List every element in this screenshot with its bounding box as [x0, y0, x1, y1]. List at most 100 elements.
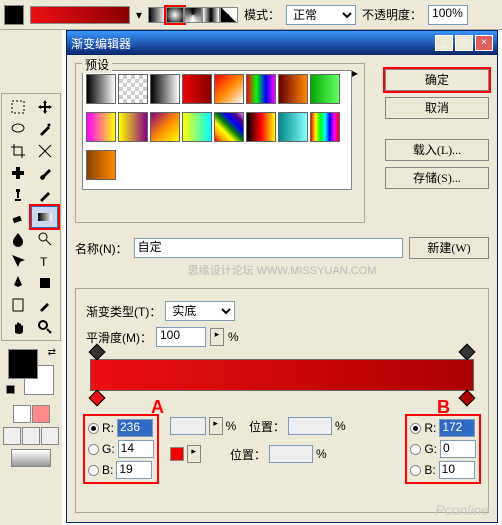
default-colors-icon[interactable] — [6, 385, 18, 397]
preset-swatch[interactable] — [246, 112, 276, 142]
diamond-gradient-btn[interactable] — [220, 7, 238, 23]
smoothness-slider-btn[interactable]: ▸ — [210, 328, 224, 346]
window-minimize-btn[interactable]: _ — [435, 35, 453, 51]
color-stop-b[interactable] — [459, 390, 476, 407]
preset-swatch[interactable] — [118, 112, 148, 142]
color-a-rgb: R:236 G:14 B:19 — [86, 417, 156, 481]
radio-b-a[interactable] — [88, 465, 99, 476]
dropdown-icon[interactable]: ▾ — [136, 8, 142, 22]
jump-to-btn[interactable] — [11, 449, 51, 467]
preset-swatch[interactable] — [86, 74, 116, 104]
position-input-2 — [269, 445, 313, 463]
cancel-button[interactable]: 取消 — [385, 97, 489, 119]
preset-swatch[interactable] — [86, 112, 116, 142]
foreground-color[interactable] — [8, 349, 38, 379]
type-tool[interactable]: T — [31, 250, 58, 272]
name-input[interactable] — [134, 238, 403, 258]
eraser-tool[interactable] — [4, 206, 31, 228]
opacity-input[interactable] — [428, 5, 468, 25]
crop-tool[interactable] — [4, 140, 31, 162]
save-button[interactable]: 存储(S)... — [385, 167, 489, 189]
new-button[interactable]: 新建(W) — [409, 237, 489, 259]
notes-tool[interactable] — [4, 294, 31, 316]
radio-r-b[interactable] — [410, 423, 421, 434]
eyedropper-tool[interactable] — [31, 294, 58, 316]
preset-swatch[interactable] — [214, 112, 244, 142]
radio-r-a[interactable] — [88, 423, 99, 434]
label-g-b: G: — [424, 442, 437, 456]
blend-mode-select[interactable]: 正常 — [286, 5, 356, 25]
input-g-b[interactable]: 0 — [440, 440, 476, 458]
svg-text:T: T — [40, 255, 48, 269]
swap-colors-icon[interactable]: ⇄ — [48, 347, 56, 358]
preset-swatch[interactable] — [118, 74, 148, 104]
preset-swatch[interactable] — [310, 74, 340, 104]
screen-mode-3[interactable] — [41, 427, 59, 445]
lasso-tool[interactable] — [4, 118, 31, 140]
dialog-titlebar[interactable]: 渐变编辑器 _ □ × — [67, 31, 497, 55]
input-g-a[interactable]: 14 — [118, 440, 154, 458]
ok-button[interactable]: 确定 — [385, 69, 489, 91]
radio-g-a[interactable] — [88, 444, 99, 455]
screen-mode-1[interactable] — [3, 427, 21, 445]
preset-swatch[interactable] — [310, 112, 340, 142]
brush-tool[interactable] — [31, 162, 58, 184]
dialog-title: 渐变编辑器 — [71, 35, 131, 52]
window-close-btn[interactable]: × — [475, 35, 493, 51]
opacity-unit: % — [226, 419, 237, 433]
radio-b-b[interactable] — [410, 465, 421, 476]
stamp-tool[interactable] — [4, 184, 31, 206]
preset-swatch[interactable] — [86, 150, 116, 180]
mode-label: 模式： — [244, 6, 280, 23]
color-picker: ⇄ — [6, 347, 56, 397]
marquee-tool[interactable] — [4, 96, 31, 118]
move-tool[interactable] — [31, 96, 58, 118]
preset-swatch[interactable] — [150, 112, 180, 142]
color-swatch-current[interactable] — [170, 447, 184, 461]
preset-swatch[interactable] — [278, 74, 308, 104]
input-r-a[interactable]: 236 — [117, 419, 153, 437]
quickmask-mode-btn[interactable] — [32, 405, 50, 423]
preset-swatch[interactable] — [150, 74, 180, 104]
input-b-a[interactable]: 19 — [116, 461, 152, 479]
input-b-b[interactable]: 10 — [439, 461, 475, 479]
position-label-1: 位置： — [249, 418, 285, 435]
foreground-swatch[interactable] — [4, 5, 24, 25]
color-slider-btn[interactable]: ▸ — [187, 445, 201, 463]
path-tool[interactable] — [4, 250, 31, 272]
reflected-gradient-btn[interactable] — [202, 7, 220, 23]
wand-tool[interactable] — [31, 118, 58, 140]
blur-tool[interactable] — [4, 228, 31, 250]
preset-swatch[interactable] — [182, 112, 212, 142]
preset-swatch[interactable] — [214, 74, 244, 104]
history-brush-tool[interactable] — [31, 184, 58, 206]
gradient-bar[interactable] — [90, 359, 474, 391]
hand-tool[interactable] — [4, 316, 31, 338]
preset-swatch[interactable] — [182, 74, 212, 104]
color-stop-a[interactable] — [89, 390, 106, 407]
preset-swatch[interactable] — [278, 112, 308, 142]
opacity-slider-btn[interactable]: ▸ — [209, 417, 223, 435]
preset-menu-icon[interactable]: ▸ — [352, 66, 358, 80]
dodge-tool[interactable] — [31, 228, 58, 250]
preset-swatch[interactable] — [246, 74, 276, 104]
slice-tool[interactable] — [31, 140, 58, 162]
load-button[interactable]: 载入(L)... — [385, 139, 489, 161]
pen-tool[interactable] — [4, 272, 31, 294]
heal-tool[interactable] — [4, 162, 31, 184]
screen-mode-row — [0, 425, 62, 447]
shape-tool[interactable] — [31, 272, 58, 294]
angle-gradient-btn[interactable] — [184, 7, 202, 23]
zoom-tool[interactable] — [31, 316, 58, 338]
input-r-b[interactable]: 172 — [439, 419, 475, 437]
window-maximize-btn[interactable]: □ — [455, 35, 473, 51]
gradient-tool[interactable] — [31, 206, 58, 228]
linear-gradient-btn[interactable] — [148, 7, 166, 23]
screen-mode-2[interactable] — [22, 427, 40, 445]
gradient-preview[interactable] — [30, 6, 130, 24]
standard-mode-btn[interactable] — [13, 405, 31, 423]
gradient-type-select[interactable]: 实底 — [165, 301, 235, 321]
radio-g-b[interactable] — [410, 444, 421, 455]
radial-gradient-btn[interactable] — [166, 7, 184, 23]
smoothness-input[interactable] — [156, 327, 206, 347]
